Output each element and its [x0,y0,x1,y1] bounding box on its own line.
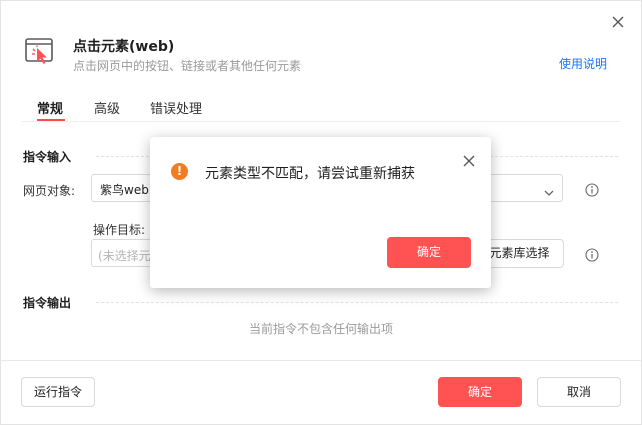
output-section-title: 指令输出 [23,296,72,310]
target-label: 操作目标: [93,223,146,237]
tab-general[interactable]: 常规 [37,98,63,117]
input-section-title: 指令输入 [23,150,72,164]
section-divider [96,302,618,303]
info-icon[interactable] [585,182,599,197]
web-object-value: 紫鸟web [100,183,149,197]
tabs-divider [22,121,620,122]
target-placeholder: (未选择元 [98,249,151,263]
cancel-button[interactable]: 取消 [537,377,621,407]
dialog-subtitle: 点击网页中的按钮、链接或者其他任何元素 [73,59,302,73]
chevron-down-icon [544,183,554,196]
tab-advanced[interactable]: 高级 [94,98,120,117]
empty-output-text: 当前指令不包含任何输出项 [248,322,393,336]
help-link[interactable]: 使用说明 [559,55,607,72]
close-icon[interactable] [610,14,626,30]
alert-message: 元素类型不匹配，请尝试重新捕获 [205,166,415,182]
web-object-label: 网页对象: [23,184,76,198]
active-tab-indicator [37,119,65,121]
tab-error-handling[interactable]: 错误处理 [150,98,202,117]
info-icon[interactable] [585,247,599,262]
close-icon[interactable] [463,152,475,167]
warning-icon: ! [171,163,188,180]
run-command-button[interactable]: 运行指令 [21,377,95,407]
dialog-title: 点击元素(web) [73,39,175,55]
error-alert-dialog: ! 元素类型不匹配，请尝试重新捕获 确定 [150,137,491,288]
click-cursor-icon [25,38,55,66]
confirm-button[interactable]: 确定 [438,377,522,407]
alert-confirm-button[interactable]: 确定 [387,237,471,268]
footer-divider [0,360,642,361]
